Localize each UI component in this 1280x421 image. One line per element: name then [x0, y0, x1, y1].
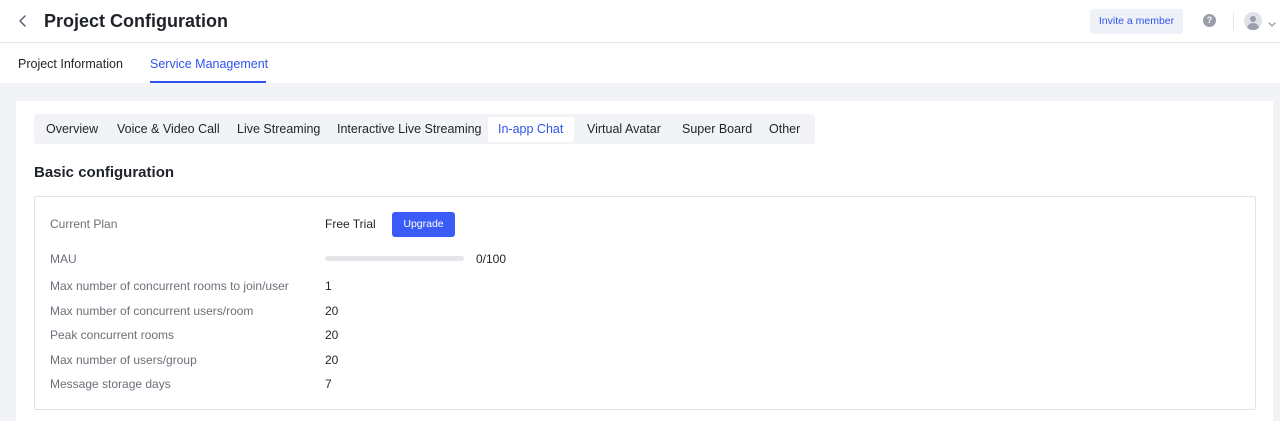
- tab-service-management[interactable]: Service Management: [150, 56, 268, 72]
- back-arrow-icon[interactable]: [14, 12, 32, 30]
- header-divider: [1233, 12, 1234, 30]
- section-title: Basic configuration: [34, 164, 175, 181]
- upgrade-button[interactable]: Upgrade: [392, 212, 455, 237]
- service-tab-live-streaming[interactable]: Live Streaming: [237, 121, 320, 137]
- mau-label: MAU: [50, 252, 77, 266]
- current-plan-label: Current Plan: [50, 217, 118, 231]
- top-bar: Project Configuration Invite a member ?: [0, 0, 1280, 43]
- service-tab-in-app-chat[interactable]: In-app Chat: [498, 121, 563, 137]
- config-row-label: Max number of users/group: [50, 353, 197, 367]
- config-row-label: Message storage days: [50, 377, 171, 391]
- config-row-label: Max number of concurrent users/room: [50, 304, 254, 318]
- mau-progress-bar: [325, 256, 464, 261]
- avatar-body-shape: [1247, 23, 1259, 30]
- basic-configuration-panel: [34, 196, 1256, 410]
- config-row-label: Max number of concurrent rooms to join/u…: [50, 279, 289, 293]
- current-plan-value: Free Trial: [325, 217, 376, 231]
- service-tab-other[interactable]: Other: [769, 121, 800, 137]
- invite-member-button[interactable]: Invite a member: [1090, 9, 1183, 34]
- mau-value: 0/100: [476, 252, 507, 266]
- tab-project-information[interactable]: Project Information: [18, 56, 123, 72]
- config-row-value: 20: [325, 353, 339, 367]
- help-icon[interactable]: ?: [1203, 14, 1216, 27]
- config-row-value: 7: [325, 377, 332, 391]
- config-row-value: 20: [325, 304, 339, 318]
- config-row-label: Peak concurrent rooms: [50, 328, 175, 342]
- service-tab-overview[interactable]: Overview: [46, 121, 98, 137]
- page-tabs: Project Information Service Management: [0, 43, 1280, 83]
- user-avatar-icon[interactable]: [1244, 12, 1262, 30]
- service-tab-interactive-live-streaming[interactable]: Interactive Live Streaming: [337, 121, 482, 137]
- avatar-head-shape: [1250, 16, 1256, 22]
- service-tab-virtual-avatar[interactable]: Virtual Avatar: [587, 121, 661, 137]
- service-tab-super-board[interactable]: Super Board: [682, 121, 752, 137]
- page-title: Project Configuration: [44, 11, 228, 31]
- service-tab-voice-video-call[interactable]: Voice & Video Call: [117, 121, 220, 137]
- config-row-value: 1: [325, 279, 332, 293]
- config-row-value: 20: [325, 328, 339, 342]
- chevron-down-icon[interactable]: [1267, 16, 1277, 27]
